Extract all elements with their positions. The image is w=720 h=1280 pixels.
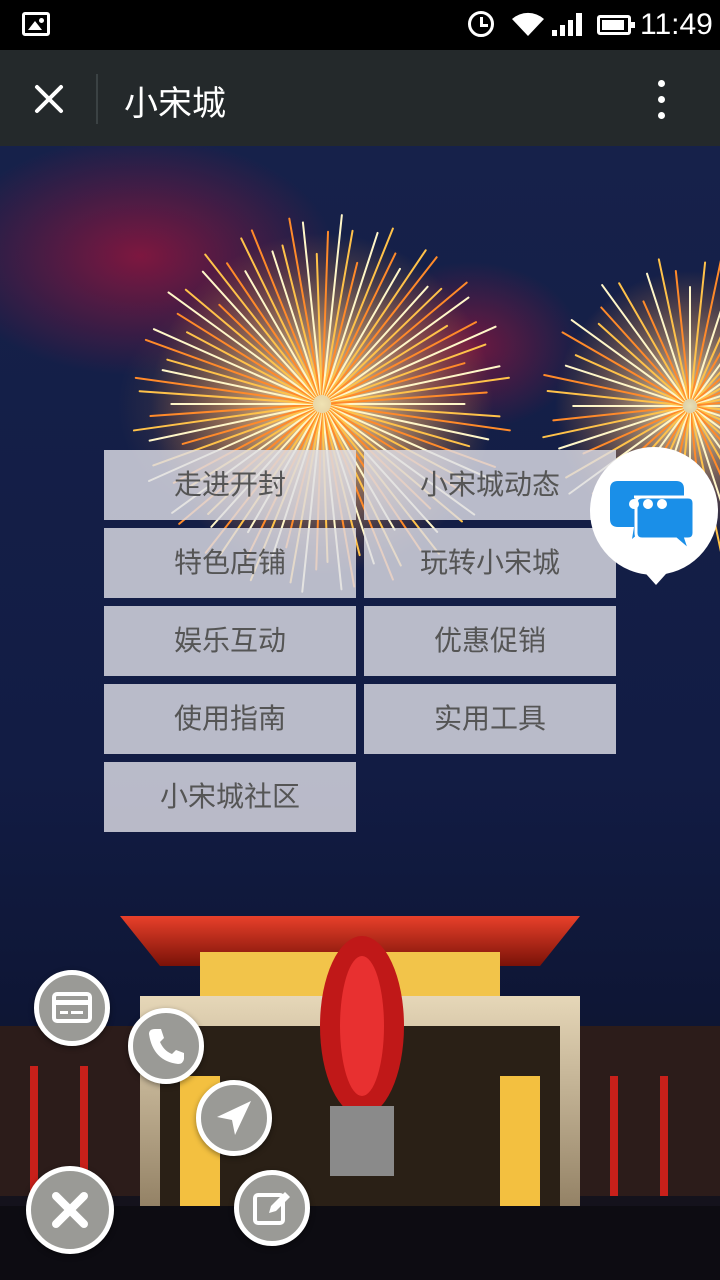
battery-icon bbox=[597, 15, 635, 35]
close-icon[interactable] bbox=[28, 82, 68, 116]
menu-item-entertainment[interactable]: 娱乐互动 bbox=[104, 606, 356, 676]
chat-bubble-icon bbox=[610, 481, 696, 556]
edit-button[interactable] bbox=[234, 1170, 310, 1246]
more-vertical-icon[interactable] bbox=[650, 78, 674, 122]
card-button[interactable] bbox=[34, 970, 110, 1046]
close-icon bbox=[52, 1192, 88, 1228]
menu-item-explore[interactable]: 玩转小宋城 bbox=[364, 528, 616, 598]
wifi-icon bbox=[512, 12, 544, 36]
gallery-icon bbox=[22, 12, 50, 36]
menu-item-news[interactable]: 小宋城动态 bbox=[364, 450, 616, 520]
page-title: 小宋城 bbox=[124, 84, 226, 124]
navigation-arrow-icon bbox=[217, 1101, 251, 1135]
menu-item-tools[interactable]: 实用工具 bbox=[364, 684, 616, 754]
phone-icon bbox=[149, 1029, 184, 1064]
edit-icon bbox=[253, 1192, 290, 1225]
close-menu-button[interactable] bbox=[26, 1166, 114, 1254]
alarm-icon bbox=[468, 11, 494, 37]
status-time: 11:49 bbox=[640, 8, 713, 41]
navigation-button[interactable] bbox=[196, 1080, 272, 1156]
title-bar: 小宋城 bbox=[0, 50, 720, 146]
menu-item-guide[interactable]: 使用指南 bbox=[104, 684, 356, 754]
chat-button[interactable] bbox=[590, 447, 718, 585]
status-bar: 11:49 bbox=[0, 0, 720, 50]
title-divider bbox=[96, 74, 98, 124]
signal-icon bbox=[552, 13, 582, 36]
menu-item-community[interactable]: 小宋城社区 bbox=[104, 762, 356, 832]
menu-item-walk-into-kaifeng[interactable]: 走进开封 bbox=[104, 450, 356, 520]
menu-item-featured-shops[interactable]: 特色店铺 bbox=[104, 528, 356, 598]
menu-item-promotions[interactable]: 优惠促销 bbox=[364, 606, 616, 676]
card-icon bbox=[52, 992, 92, 1023]
phone-button[interactable] bbox=[128, 1008, 204, 1084]
